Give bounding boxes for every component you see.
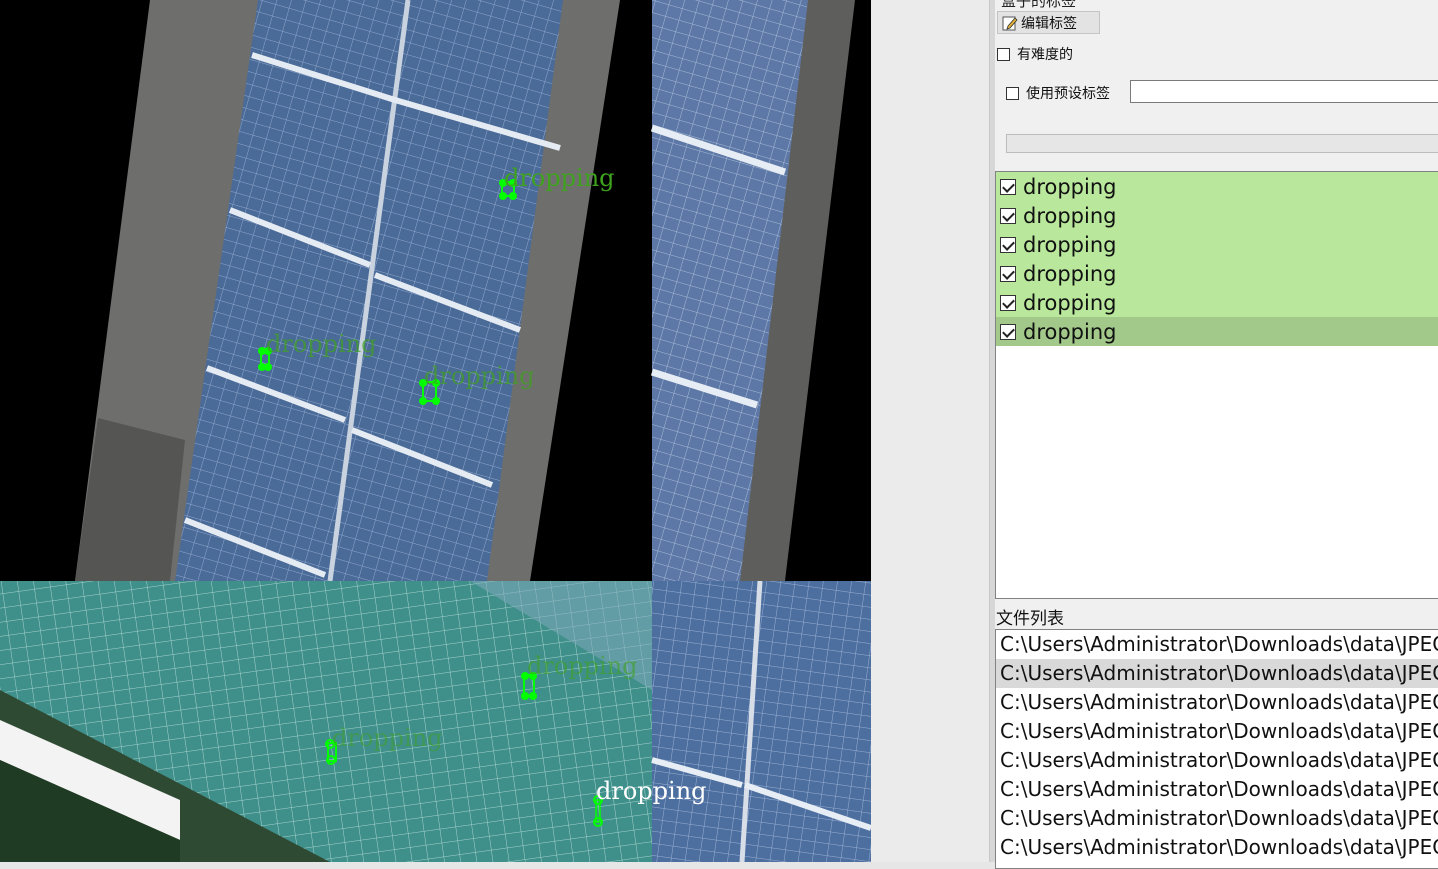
file-list-item[interactable]: C:\Users\Administrator\Downloads\data\JP… — [996, 717, 1438, 746]
label-text: dropping — [1023, 174, 1117, 199]
annotation-label: dropping — [424, 362, 535, 390]
annotation-label: dropping — [527, 652, 638, 680]
checkbox-icon[interactable] — [1006, 86, 1019, 100]
label-list-item[interactable]: dropping — [996, 288, 1438, 317]
annotation-label: dropping — [266, 330, 377, 358]
box-labels-dock: 盒子的标签 编辑标签 有难度的 使用预设标签 dropping dropping… — [995, 0, 1438, 869]
difficult-checkbox[interactable]: 有难度的 — [997, 44, 1073, 64]
label-list-item[interactable]: dropping — [996, 201, 1438, 230]
pencil-icon — [1002, 16, 1018, 30]
checkbox-icon[interactable] — [1000, 323, 1016, 340]
label-text: dropping — [1023, 203, 1117, 228]
edit-label-text: 编辑标签 — [1021, 15, 1077, 32]
preset-label-input[interactable] — [1130, 80, 1438, 103]
file-list-item[interactable]: C:\Users\Administrator\Downloads\data\JP… — [996, 688, 1438, 717]
checkbox-icon[interactable] — [997, 47, 1010, 61]
canvas-margin — [871, 0, 989, 862]
tile-bottom-left — [0, 581, 652, 862]
use-preset-checkbox[interactable]: 使用预设标签 — [1006, 83, 1110, 103]
annotation-label: dropping — [504, 164, 615, 192]
label-list[interactable]: dropping dropping dropping dropping drop… — [995, 171, 1438, 599]
image-canvas[interactable]: dropping dropping dropping dropping drop… — [0, 0, 871, 862]
edit-label-button[interactable]: 编辑标签 — [997, 11, 1100, 34]
checkbox-icon[interactable] — [1000, 207, 1016, 224]
aerial-image: dropping dropping dropping dropping drop… — [0, 0, 871, 862]
file-list-item[interactable]: C:\Users\Administrator\Downloads\data\JP… — [996, 630, 1438, 659]
label-text: dropping — [1023, 319, 1117, 344]
label-text: dropping — [1023, 290, 1117, 315]
label-text: dropping — [1023, 261, 1117, 286]
checkbox-icon[interactable] — [1000, 178, 1016, 195]
file-list-title: 文件列表 — [996, 609, 1064, 629]
checkbox-icon[interactable] — [1000, 265, 1016, 282]
tile-bottom-right — [651, 580, 871, 862]
label-text: dropping — [1023, 232, 1117, 257]
annotation-label: dropping — [332, 724, 443, 752]
label-list-item[interactable]: dropping — [996, 172, 1438, 201]
annotation-label: dropping — [596, 777, 707, 805]
tile-top-right — [650, 0, 871, 581]
file-list-item[interactable]: C:\Users\Administrator\Downloads\data\JP… — [996, 775, 1438, 804]
checkbox-icon[interactable] — [1000, 236, 1016, 253]
tile-top-left — [0, 0, 652, 582]
label-list-item-selected[interactable]: dropping — [996, 317, 1438, 346]
label-list-item[interactable]: dropping — [996, 230, 1438, 259]
dock-title: 盒子的标签 — [1001, 0, 1077, 10]
file-list-item[interactable]: C:\Users\Administrator\Downloads\data\JP… — [996, 746, 1438, 775]
progress-bar — [1006, 134, 1438, 153]
label-list-item[interactable]: dropping — [996, 259, 1438, 288]
difficult-label: 有难度的 — [1017, 47, 1073, 63]
file-list-item-selected[interactable]: C:\Users\Administrator\Downloads\data\JP… — [996, 659, 1438, 688]
file-list[interactable]: C:\Users\Administrator\Downloads\data\JP… — [995, 629, 1438, 869]
checkbox-icon[interactable] — [1000, 294, 1016, 311]
file-list-item[interactable]: C:\Users\Administrator\Downloads\data\JP… — [996, 804, 1438, 833]
file-list-item[interactable]: C:\Users\Administrator\Downloads\data\JP… — [996, 833, 1438, 862]
preset-label: 使用预设标签 — [1026, 86, 1110, 102]
